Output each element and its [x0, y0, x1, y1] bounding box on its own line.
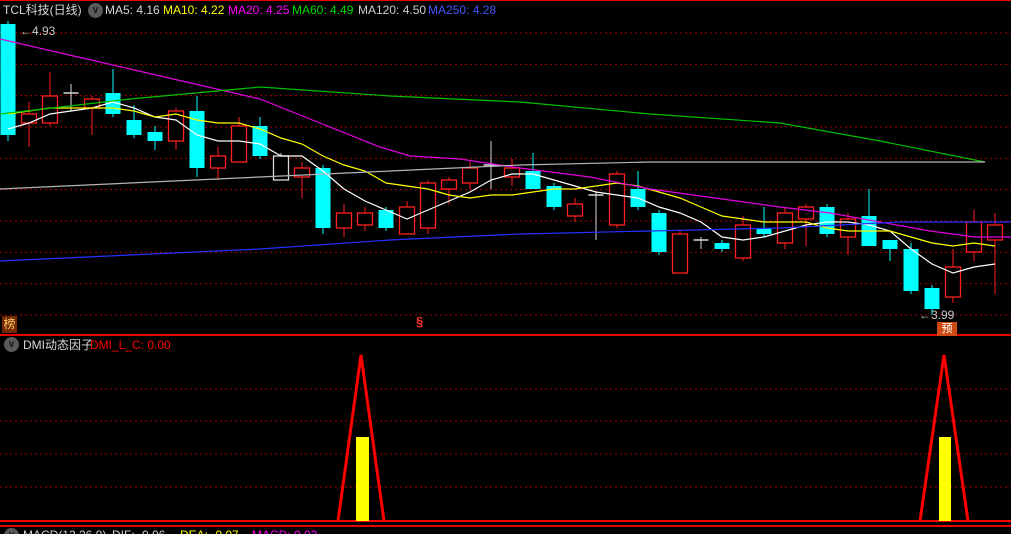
event-marker-icon[interactable]: §	[416, 315, 423, 329]
stock-app-window: TCL科技(日线) ∨ MA5: 4.16 MA10: 4.22 MA20: 4…	[0, 0, 1011, 534]
ma10-label: MA10: 4.22	[163, 3, 225, 17]
ma120-label: MA120: 4.50	[358, 3, 427, 17]
high-price-label: ←4.93	[20, 24, 56, 38]
chevron-down-icon: ∨	[8, 530, 15, 534]
candlestick-chart[interactable]	[0, 0, 1011, 534]
ma5-label: MA5: 4.16	[105, 3, 160, 17]
top-border	[0, 0, 1011, 1]
chevron-down-icon: ∨	[91, 5, 100, 16]
ma250-label: MA250: 4.28	[428, 3, 497, 17]
macd-name-label: MACD(12,26,9)	[23, 528, 106, 534]
low-price-label: ←3.99	[919, 308, 955, 322]
panel-separator-dmi	[0, 334, 1011, 336]
rank-badge[interactable]: 榜	[2, 316, 17, 333]
ma20-label: MA20: 4.25	[228, 3, 290, 17]
chevron-down-icon: ∨	[7, 339, 16, 350]
dmi-value-label: DMI_L_C: 0.00	[90, 338, 171, 352]
forecast-badge[interactable]: 预	[937, 322, 957, 336]
collapse-dmi-icon[interactable]: ∨	[4, 337, 19, 352]
macd-dea-label: DEA: -0.07	[180, 528, 239, 534]
collapse-main-icon[interactable]: ∨	[88, 3, 103, 18]
chart-title: TCL科技(日线)	[3, 3, 82, 17]
ma60-label: MA60: 4.49	[292, 3, 354, 17]
panel-separator-macd	[0, 525, 1011, 527]
dmi-panel-title: DMI动态因子	[23, 338, 93, 352]
macd-dif-label: DIF: -0.06	[112, 528, 165, 534]
macd-value-label: MACD: 0.02	[252, 528, 317, 534]
